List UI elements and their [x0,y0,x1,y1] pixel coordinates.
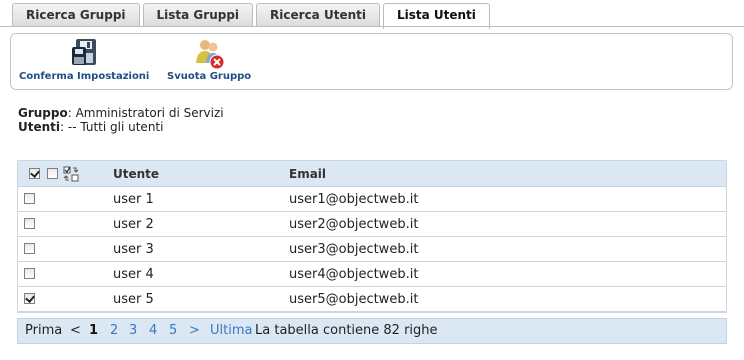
deselect-all-checkbox[interactable] [47,168,58,179]
confirm-settings-button[interactable]: Conferma Impostazioni [19,34,159,89]
toolbar: Conferma Impostazioni Svuota Gruppo [10,33,733,90]
pager-last[interactable]: Ultima [210,319,252,343]
users-table: Utente Email user 1 user1@objectweb.it u… [17,160,727,313]
table-row: user 2 user2@objectweb.it [18,212,726,237]
users-label: Utenti [18,120,61,134]
row-checkbox[interactable] [24,193,35,204]
pager-current-page: 1 [89,323,99,338]
table-row: user 3 user3@objectweb.it [18,237,726,262]
empty-group-button[interactable]: Svuota Gruppo [167,34,259,89]
pager-prev[interactable]: < [70,319,81,343]
table-row: user 4 user4@objectweb.it [18,262,726,287]
row-user: user 5 [113,292,154,307]
row-email: user5@objectweb.it [289,292,419,307]
pager-page-5[interactable]: 5 [169,319,177,343]
row-email: user1@objectweb.it [289,192,419,207]
pager-page-3[interactable]: 3 [129,319,137,343]
row-checkbox[interactable] [24,293,35,304]
row-user: user 4 [113,267,154,282]
remove-group-icon [196,40,225,70]
select-all-checkbox[interactable] [29,168,40,179]
pager-page-2[interactable]: 2 [110,319,118,343]
column-header-utente[interactable]: Utente [113,161,159,187]
users-value: : -- Tutti gli utenti [60,120,164,134]
pager-summary: La tabella contiene 82 righe [255,323,438,338]
save-disk-icon [72,39,96,65]
confirm-settings-label: Conferma Impostazioni [19,71,150,82]
tab-ricerca-utenti[interactable]: Ricerca Utenti [256,3,380,26]
group-info: Gruppo: Amministratori di Servizi Utenti… [18,106,224,134]
pager-next[interactable]: > [189,319,200,343]
tab-lista-gruppi[interactable]: Lista Gruppi [142,3,254,26]
column-header-email[interactable]: Email [289,161,326,187]
group-label: Gruppo [18,106,68,120]
group-line: Gruppo: Amministratori di Servizi [18,106,224,120]
pager-first[interactable]: Prima [25,319,62,343]
table-row: user 5 user5@objectweb.it [18,287,726,312]
row-email: user2@objectweb.it [289,217,419,232]
tab-ricerca-gruppi[interactable]: Ricerca Gruppi [12,3,140,26]
empty-group-label: Svuota Gruppo [167,71,252,82]
group-value: : Amministratori di Servizi [67,106,224,120]
row-user: user 3 [113,242,154,257]
row-user: user 2 [113,217,154,232]
row-email: user4@objectweb.it [289,267,419,282]
invert-selection-icon[interactable] [63,166,79,182]
row-user: user 1 [113,192,154,207]
table-header: Utente Email [18,161,726,187]
table-row: user 1 user1@objectweb.it [18,187,726,212]
tab-divider [0,26,744,27]
pager-page-4[interactable]: 4 [149,319,157,343]
users-line: Utenti: -- Tutti gli utenti [18,120,224,134]
row-checkbox[interactable] [24,218,35,229]
pagination-bar: Prima < 1 2 3 4 5 > Ultima La tabella co… [17,318,727,344]
tab-bar: Ricerca Gruppi Lista Gruppi Ricerca Uten… [12,3,493,29]
row-email: user3@objectweb.it [289,242,419,257]
row-checkbox[interactable] [24,268,35,279]
row-checkbox[interactable] [24,243,35,254]
